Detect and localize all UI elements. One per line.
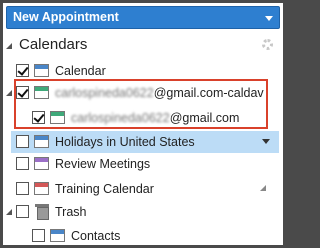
calendar-checkbox[interactable] <box>16 205 29 218</box>
calendar-item-label: Review Meetings <box>55 157 151 171</box>
calendar-icon <box>50 229 65 242</box>
calendar-item-contacts[interactable]: Contacts <box>3 225 283 245</box>
calendar-icon <box>34 182 49 195</box>
calendar-checkbox[interactable] <box>16 135 29 148</box>
calendar-checkbox[interactable] <box>16 64 29 77</box>
new-appointment-label: New Appointment <box>13 10 119 24</box>
calendar-checkbox[interactable] <box>16 157 29 170</box>
calendars-section-header[interactable]: Calendars <box>5 35 279 57</box>
calendar-panel: New Appointment Calendars Calendar carlo… <box>3 3 283 245</box>
trash-icon <box>35 204 49 220</box>
calendar-checkbox[interactable] <box>16 182 29 195</box>
collapse-triangle-icon[interactable] <box>6 90 12 96</box>
calendar-item-label: Trash <box>55 205 87 219</box>
gear-icon[interactable] <box>262 39 273 50</box>
calendar-item-label: Holidays in United States <box>55 135 195 149</box>
collapse-triangle-icon[interactable] <box>6 209 12 215</box>
dropdown-caret-icon[interactable] <box>265 16 273 21</box>
calendar-item-review-meetings[interactable]: Review Meetings <box>3 153 283 175</box>
section-title: Calendars <box>19 36 88 53</box>
calendar-icon <box>34 157 49 170</box>
calendar-item-trash[interactable]: Trash <box>3 201 283 223</box>
calendar-item-label: Contacts <box>71 229 121 243</box>
collapse-triangle-icon[interactable] <box>6 43 12 49</box>
calendar-item-label: Training Calendar <box>55 182 154 196</box>
calendar-checkbox[interactable] <box>32 229 45 242</box>
item-menu-caret-icon[interactable] <box>262 139 270 144</box>
calendar-item-holidays[interactable]: Holidays in United States <box>11 131 279 153</box>
resize-corner-icon <box>260 185 266 191</box>
highlight-annotation <box>14 79 268 129</box>
calendar-item-training[interactable]: Training Calendar <box>3 178 283 200</box>
new-appointment-button[interactable]: New Appointment <box>6 6 280 29</box>
calendar-icon <box>34 135 49 148</box>
calendar-icon <box>34 64 49 77</box>
calendar-item-label: Calendar <box>55 64 106 78</box>
